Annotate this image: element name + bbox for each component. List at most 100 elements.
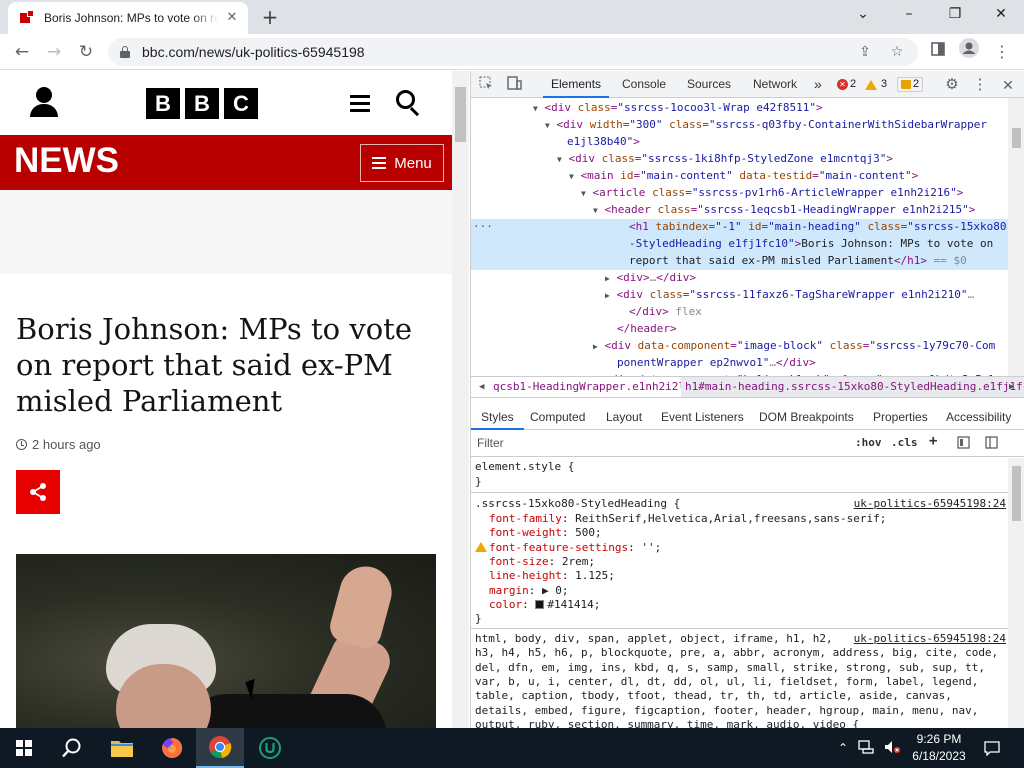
breadcrumb-item-current[interactable]: h1#main-heading.ssrcss-15xko80-StyledHea… [681,377,1024,397]
tab-console[interactable]: Console [622,71,666,98]
subtab-computed[interactable]: Computed [530,404,585,430]
dom-node-selected[interactable]: report that said ex-PM misled Parliament… [471,253,1008,270]
bbc-logo[interactable]: B B C [146,88,258,119]
chrome-menu-kebab-icon[interactable]: ⋮ [988,38,1016,66]
file-explorer-icon[interactable] [98,728,146,768]
tab-network[interactable]: Network [753,71,797,98]
toggle-sidebar-icon[interactable] [985,436,998,452]
new-tab-button[interactable]: + [258,6,282,30]
elements-dom-tree[interactable]: ▼ <div class="ssrcss-1ocoo3l-Wrap e42f85… [471,98,1008,376]
address-bar[interactable]: bbc.com/news/uk-politics-65945198 ⇪ ☆ [108,38,918,66]
dom-node[interactable]: ▼ <div class="ssrcss-1ocoo3l-Wrap e42f85… [471,100,1008,117]
subtab-layout[interactable]: Layout [606,404,642,430]
styles-pane[interactable]: element.style { } .ssrcss-15xko80-Styled… [471,458,1008,728]
subtab-styles[interactable]: Styles [471,404,524,430]
expand-triangle-icon[interactable]: ▼ [593,206,598,215]
tray-chevron-up-icon[interactable]: ⌃ [838,741,848,755]
reset-selector-line[interactable]: output, ruby, section, summary, time, ma… [475,718,1008,728]
styles-filter-input[interactable]: Filter [477,436,504,450]
share-button[interactable] [16,470,60,514]
bookmark-star-icon[interactable]: ☆ [888,43,906,61]
dom-node[interactable]: ▶ <div>…</div> [471,270,1008,287]
dom-node[interactable]: ▼ <div width="300" class="ssrcss-q03fby-… [471,117,1008,134]
share-page-icon[interactable]: ⇪ [856,43,874,61]
devtools-kebab-icon[interactable]: ⋮ [971,76,989,94]
taskbar-clock[interactable]: 9:26 PM 6/18/2023 [900,731,978,765]
expand-triangle-icon[interactable]: ▼ [545,121,550,130]
elements-scrollbar[interactable] [1008,98,1024,376]
side-panel-icon[interactable] [924,38,952,66]
css-declaration[interactable]: line-height: 1.125; [489,569,1008,584]
reload-icon[interactable]: ↻ [72,38,100,66]
css-declaration[interactable]: color: #141414; [489,598,1008,613]
elements-scrollbar-thumb[interactable] [1012,128,1021,148]
lock-icon[interactable] [120,46,130,58]
devtools-close-icon[interactable]: ✕ [999,76,1017,94]
tab-search-chevron-icon[interactable]: ⌄ [840,0,886,30]
dom-node[interactable]: </header> [471,321,1008,338]
dom-node[interactable]: ▼ <main id="main-content" data-testid="m… [471,168,1008,185]
styles-scrollbar-thumb[interactable] [1012,466,1021,521]
dom-node[interactable]: e1jl38b40"> [471,134,1008,151]
reset-selector-line[interactable]: del, dfn, em, img, ins, kbd, q, s, samp,… [475,661,1008,676]
search-icon[interactable] [396,90,422,117]
chrome-taskbar-icon[interactable] [196,728,244,768]
reset-selector-line[interactable]: var, b, u, i, center, dl, dt, dd, ol, ul… [475,675,1008,690]
css-declaration[interactable]: font-feature-settings: ''; [475,541,1008,556]
subtab-dom-breakpoints[interactable]: DOM Breakpoints [759,404,854,430]
new-style-rule-icon[interactable]: + [929,433,937,449]
news-wordmark[interactable]: NEWS [14,141,119,181]
firefox-icon[interactable] [148,728,196,768]
css-declaration[interactable]: margin: ▶ 0; [489,584,1008,599]
dom-node[interactable]: </div> flex [471,304,1008,321]
element-style-selector[interactable]: element.style { [475,460,1008,475]
reset-selector-line[interactable]: html, body, div, span, applet, object, i… [475,632,1008,647]
tab-close-icon[interactable]: ✕ [224,10,240,26]
hamburger-menu-icon[interactable] [350,95,370,112]
expand-triangle-icon[interactable]: ▼ [581,189,586,198]
upwork-icon[interactable] [246,728,294,768]
subtab-accessibility[interactable]: Accessibility [946,404,1011,430]
inspect-element-icon[interactable] [477,76,495,94]
breadcrumb-right-arrow-icon[interactable]: ▶ [1009,377,1014,397]
expand-triangle-icon[interactable]: ▶ [605,274,610,283]
expand-triangle-icon[interactable]: ▶ [605,291,610,300]
reset-selector-line[interactable]: h3, h4, h5, h6, p, blockquote, pre, a, a… [475,646,1008,661]
network-icon[interactable] [858,739,874,757]
dom-node-selected[interactable]: -StyledHeading e1fj1fc10">Boris Johnson:… [471,236,1008,253]
rule-source-link[interactable]: uk-politics-65945198:24 [854,497,1006,511]
dom-node[interactable]: ponentWrapper ep2nwvo1"…</div> [471,355,1008,372]
color-swatch[interactable] [535,599,545,609]
profile-avatar-icon[interactable] [955,38,983,66]
dom-node-selected[interactable]: <h1 tabindex="-1" id="main-heading" clas… [471,219,1008,236]
expand-triangle-icon[interactable]: ▶ [593,342,598,351]
devtools-settings-gear-icon[interactable]: ⚙ [943,76,961,94]
hover-state-toggle[interactable]: :hov [855,436,882,449]
taskbar-search-icon[interactable] [48,728,96,768]
close-window-button[interactable]: ✕ [978,0,1024,30]
css-declaration[interactable]: font-size: 2rem; [489,555,1008,570]
device-toolbar-icon[interactable] [505,76,523,94]
breadcrumb-item[interactable]: qcsb1-HeadingWrapper.e1nh2i2l5 [493,377,692,397]
expand-triangle-icon[interactable]: ▼ [557,155,562,164]
start-button[interactable] [0,728,48,768]
notification-center-icon[interactable] [982,728,1002,768]
breadcrumb-left-arrow-icon[interactable]: ◀ [479,377,484,397]
more-tabs-chevron-icon[interactable]: » [814,71,822,98]
tab-elements[interactable]: Elements [543,71,610,98]
dom-node[interactable]: ▼ <header class="ssrcss-1eqcsb1-HeadingW… [471,202,1008,219]
reset-source-link[interactable]: uk-politics-65945198:24 [854,632,1006,646]
tab-sources[interactable]: Sources [687,71,731,98]
browser-tab-active[interactable]: Boris Johnson: MPs to vote on re ✕ [8,2,248,34]
page-scrollbar[interactable] [452,71,469,728]
reset-selector-line[interactable]: table, caption, tbody, tfoot, thead, tr,… [475,689,1008,704]
dom-node[interactable]: ▶ <div class="ssrcss-11faxz6-TagShareWra… [471,287,1008,304]
dom-node[interactable]: ▶ <div data-component="image-block" clas… [471,338,1008,355]
computed-styles-sidebar-icon[interactable] [957,436,970,452]
page-scrollbar-thumb[interactable] [455,87,466,142]
expand-triangle-icon[interactable]: ▼ [569,172,574,181]
url-text[interactable]: bbc.com/news/uk-politics-65945198 [142,44,365,60]
back-arrow-icon[interactable]: ← [8,38,36,66]
account-icon[interactable] [28,87,60,119]
forward-arrow-icon[interactable]: → [40,38,68,66]
